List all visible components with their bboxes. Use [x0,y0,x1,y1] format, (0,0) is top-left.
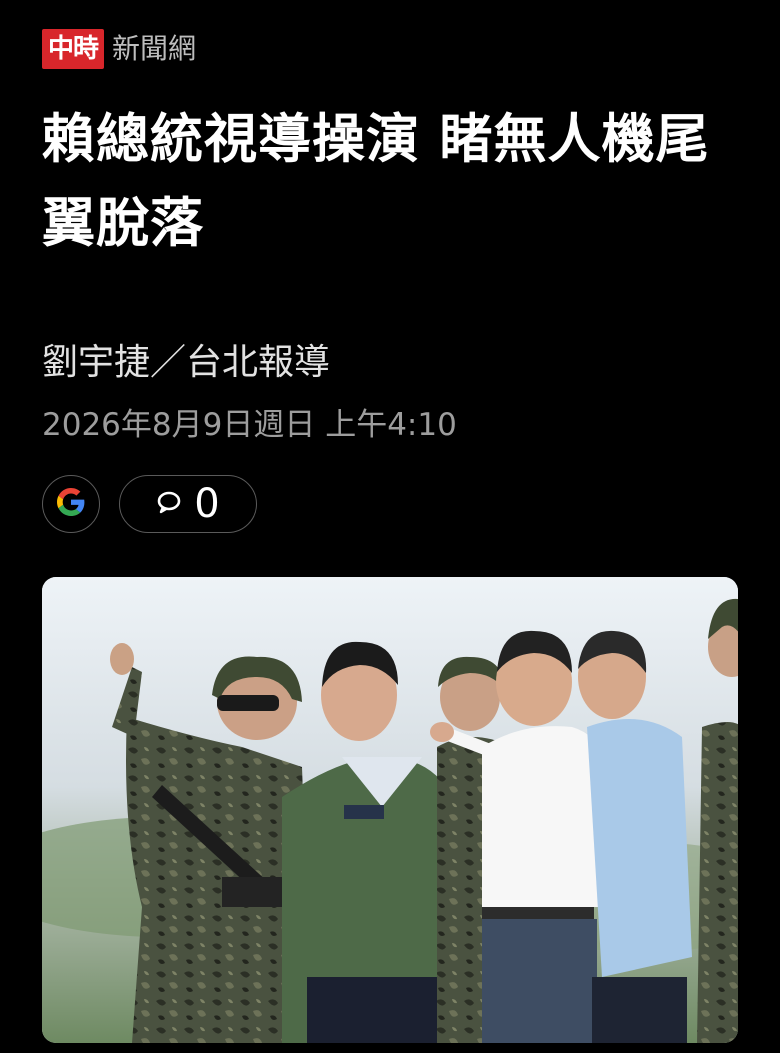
article-photo[interactable] [42,577,738,1043]
google-logo-icon [57,488,85,520]
article-datetime: 2026年8月9日週日 上午4:10 [42,407,457,443]
previous-line-remnant [40,0,340,6]
comment-count: 0 [194,481,220,527]
source-logo: 中時 [42,29,105,69]
source-name: 新聞網 [112,32,197,65]
google-button[interactable] [42,475,100,533]
article-byline: 劉宇捷／台北報導 [42,342,331,383]
news-source[interactable]: 中時 新聞網 [42,29,196,69]
speech-bubble-icon [156,489,182,519]
comment-button[interactable]: 0 [119,475,257,533]
article-headline: 賴總統視導操演 睹無人機尾翼脫落 [42,109,710,254]
